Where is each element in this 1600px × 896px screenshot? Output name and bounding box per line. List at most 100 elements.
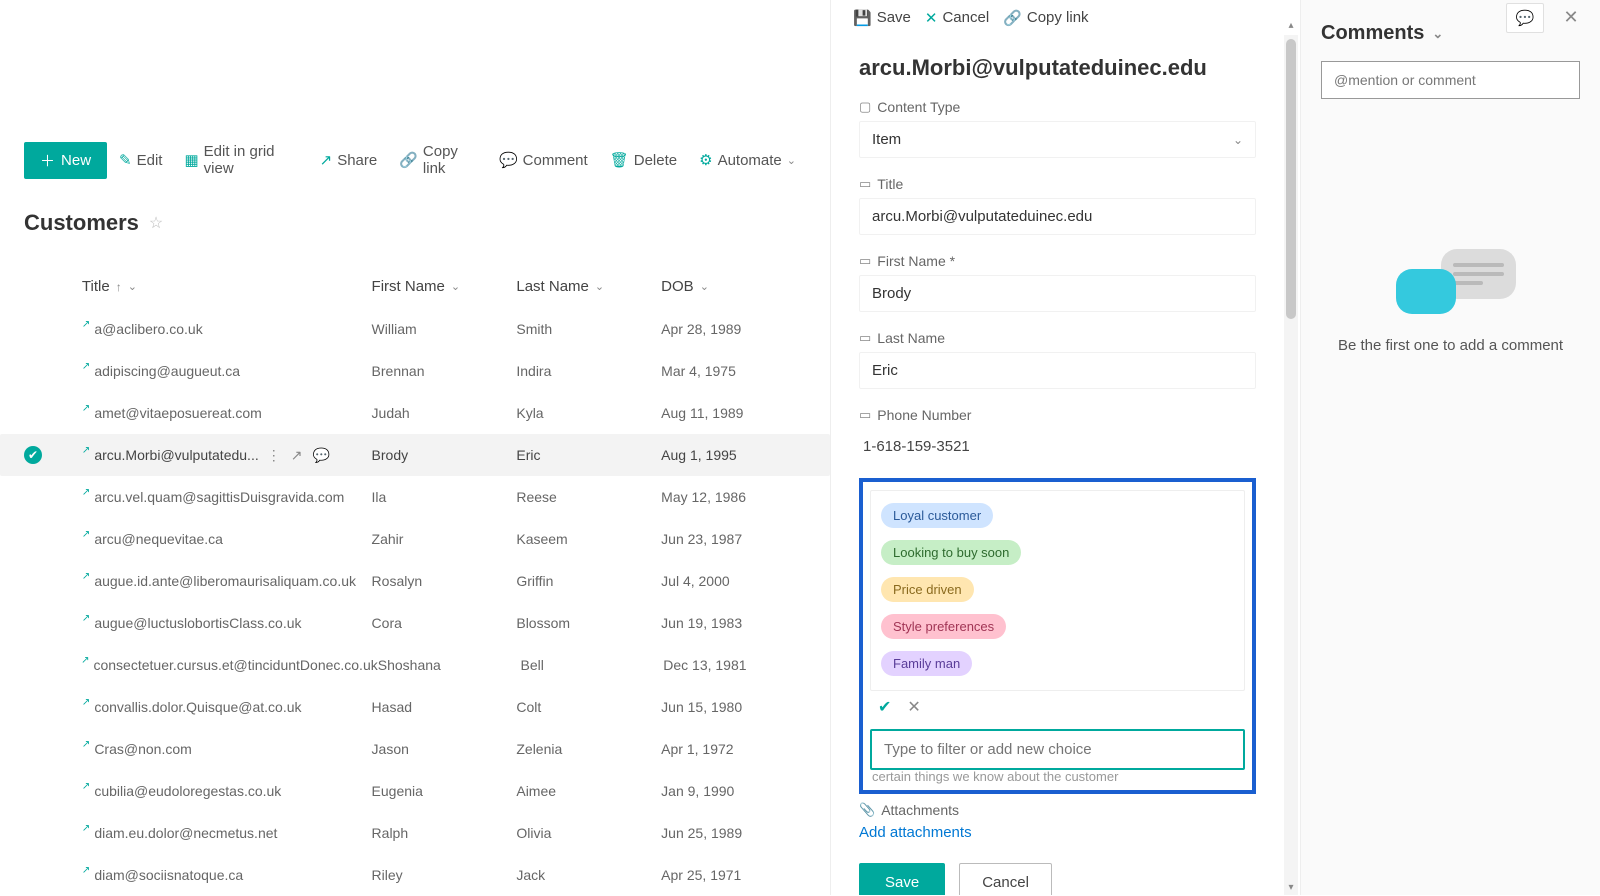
col-header-dob[interactable]: DOB⌄ (661, 278, 806, 295)
panel-save-button[interactable]: 💾Save (853, 9, 911, 27)
table-row[interactable]: ↗augue@luctuslobortisClass.co.ukCoraBlos… (0, 602, 830, 644)
cell-firstname: Judah (372, 405, 517, 421)
choice-option[interactable]: Looking to buy soon (877, 534, 1238, 571)
panel-cancel-button[interactable]: ✕Cancel (925, 9, 989, 27)
edit-grid-button[interactable]: ▦Edit in grid view (174, 137, 307, 183)
label-attachments: 📎Attachments (859, 802, 1256, 818)
col-dob-text: DOB (661, 278, 694, 295)
comment-button[interactable]: 💬Comment (489, 145, 598, 175)
col-header-lastname[interactable]: Last Name⌄ (516, 278, 661, 295)
firstname-value: Brody (872, 285, 911, 302)
empty-text: Be the first one to add a comment (1301, 337, 1600, 354)
cell-title: ↗augue.id.ante@liberomaurisaliquam.co.uk (82, 573, 372, 589)
panel-scrollbar[interactable]: ▴ ▾ (1284, 35, 1298, 895)
cell-title: ↗augue@luctuslobortisClass.co.uk (82, 615, 372, 631)
table-row[interactable]: ↗diam.eu.dolor@necmetus.netRalphOliviaJu… (0, 812, 830, 854)
table-row[interactable]: ↗arcu.vel.quam@sagittisDuisgravida.comIl… (0, 476, 830, 518)
table-row[interactable]: ↗consectetuer.cursus.et@tinciduntDonec.c… (0, 644, 830, 686)
comment-input[interactable]: @mention or comment (1321, 61, 1580, 99)
cell-lastname: Blossom (516, 615, 661, 631)
cell-firstname: Zahir (372, 531, 517, 547)
comment-icon[interactable]: 💬 (312, 447, 329, 464)
cell-dob: Jun 15, 1980 (661, 699, 806, 715)
cell-lastname: Eric (516, 447, 661, 463)
link-icon: 🔗 (1003, 9, 1022, 27)
title-field[interactable]: arcu.Morbi@vulputateduinec.edu (859, 198, 1256, 235)
cell-title: ↗arcu.vel.quam@sagittisDuisgravida.com (82, 489, 372, 505)
panel-copylink-label: Copy link (1027, 9, 1089, 26)
plus-icon: ＋ (40, 150, 55, 171)
choice-option[interactable]: Style preferences (877, 608, 1238, 645)
chevron-down-icon[interactable]: ⌄ (1432, 26, 1443, 42)
choice-option[interactable]: Family man (877, 645, 1238, 682)
table-row[interactable]: ↗augue.id.ante@liberomaurisaliquam.co.uk… (0, 560, 830, 602)
cell-title-text: arcu@nequevitae.ca (94, 531, 223, 547)
panel-copylink-button[interactable]: 🔗 Copy link (1003, 9, 1088, 27)
comments-panel: 💬 ✕ Comments ⌄ @mention or comment Be th… (1300, 0, 1600, 895)
table-row[interactable]: ↗a@aclibero.co.ukWilliamSmithApr 28, 198… (0, 308, 830, 350)
share-icon[interactable]: ↗ (291, 447, 303, 464)
cell-title-text: adipiscing@augueut.ca (94, 363, 240, 379)
trash-icon: 🗑 (610, 151, 629, 169)
close-panel-button[interactable]: ✕ (1552, 3, 1590, 33)
choice-option[interactable]: Loyal customer (877, 497, 1238, 534)
save-icon: 💾 (853, 9, 872, 27)
col-header-title[interactable]: Title↑⌄ (82, 278, 372, 295)
cell-dob: May 12, 1986 (661, 489, 806, 505)
edit-button[interactable]: ✎Edit (109, 145, 172, 175)
item-indicator-icon: ↗ (82, 403, 90, 414)
table-row[interactable]: ↗arcu@nequevitae.caZahirKaseemJun 23, 19… (0, 518, 830, 560)
automate-button[interactable]: ⚙Automate ⌄ (689, 145, 806, 175)
lastname-field[interactable]: Eric (859, 352, 1256, 389)
add-attachments-link[interactable]: Add attachments (859, 824, 1256, 841)
scrollbar-thumb[interactable] (1286, 39, 1296, 319)
cancel-choice-icon[interactable]: ✕ (907, 697, 920, 717)
scroll-down-icon[interactable]: ▾ (1284, 882, 1298, 893)
save-button[interactable]: Save (859, 863, 945, 895)
table-row[interactable]: ↗cubilia@eudoloregestas.co.ukEugeniaAime… (0, 770, 830, 812)
table-row[interactable]: ↗Cras@non.comJasonZeleniaApr 1, 1972 (0, 728, 830, 770)
chevron-down-icon: ⌄ (451, 280, 460, 293)
cell-lastname: Kaseem (516, 531, 661, 547)
cell-lastname: Jack (516, 867, 661, 883)
table-row[interactable]: ↗adipiscing@augueut.caBrennanIndiraMar 4… (0, 350, 830, 392)
choice-filter-input[interactable] (872, 731, 1243, 768)
comment-label: Comment (523, 152, 588, 169)
cell-firstname: Riley (372, 867, 517, 883)
delete-button[interactable]: 🗑Delete (600, 145, 687, 175)
star-icon[interactable]: ☆ (149, 213, 163, 233)
cell-lastname: Reese (516, 489, 661, 505)
cell-dob: Jun 19, 1983 (661, 615, 806, 631)
cell-title-text: a@aclibero.co.uk (94, 321, 202, 337)
label-firstname-text: First Name * (877, 253, 955, 269)
table-row[interactable]: ↗diam@sociisnatoque.caRileyJackApr 25, 1… (0, 854, 830, 896)
phone-value: 1-618-159-3521 (859, 429, 1256, 464)
cell-title-text: cubilia@eudoloregestas.co.uk (94, 783, 281, 799)
label-title: ▭Title (859, 176, 1256, 192)
cell-lastname: Olivia (516, 825, 661, 841)
selected-check-icon: ✔ (24, 446, 42, 464)
more-icon[interactable]: ⋮ (267, 447, 281, 464)
item-indicator-icon: ↗ (82, 319, 90, 330)
cell-dob: Apr 1, 1972 (661, 741, 806, 757)
choice-option[interactable]: Price driven (877, 571, 1238, 608)
share-button[interactable]: ↗Share (310, 145, 388, 175)
table-row[interactable]: ↗amet@vitaeposuereat.comJudahKylaAug 11,… (0, 392, 830, 434)
chevron-down-icon: ⌄ (128, 280, 137, 293)
cell-title-text: arcu.Morbi@vulputatedu... (94, 447, 258, 463)
contenttype-dropdown[interactable]: Item⌄ (859, 121, 1256, 158)
toggle-comments-button[interactable]: 💬 (1506, 3, 1544, 33)
col-header-firstname[interactable]: First Name⌄ (372, 278, 517, 295)
firstname-field[interactable]: Brody (859, 275, 1256, 312)
table-row[interactable]: ✔↗arcu.Morbi@vulputatedu...⋮↗💬BrodyEricA… (0, 434, 830, 476)
cancel-button[interactable]: Cancel (959, 863, 1052, 895)
confirm-icon[interactable]: ✔ (878, 697, 891, 717)
details-panel: 💾Save ✕Cancel 🔗Copy link arcu.Morbi@vulp… (830, 0, 1300, 895)
copylink-button[interactable]: 🔗Copy link (389, 137, 487, 183)
list-toolbar: ＋ New ✎Edit ▦Edit in grid view ↗Share 🔗C… (0, 138, 830, 182)
table-row[interactable]: ↗convallis.dolor.Quisque@at.co.ukHasadCo… (0, 686, 830, 728)
scroll-up-icon[interactable]: ▴ (1284, 20, 1298, 31)
col-ln-text: Last Name (516, 278, 589, 295)
new-button[interactable]: ＋ New (24, 142, 107, 179)
item-indicator-icon: ↗ (82, 487, 90, 498)
